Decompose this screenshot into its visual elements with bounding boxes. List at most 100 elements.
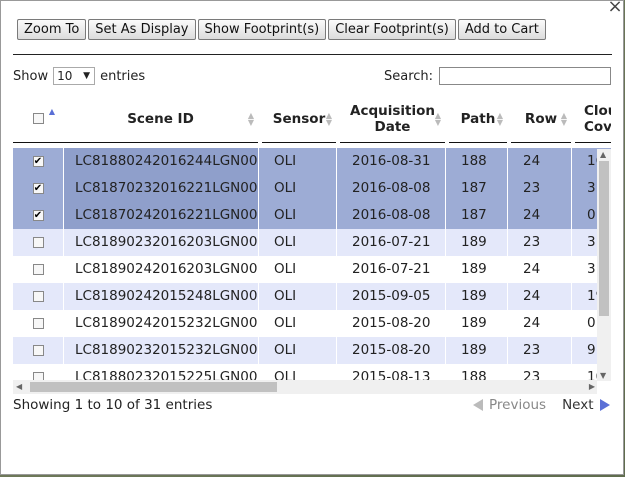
column-separator (507, 310, 508, 337)
zoom-to-button[interactable]: Zoom To (17, 19, 87, 40)
column-separator (258, 283, 259, 310)
header-path-label: Path (460, 110, 496, 127)
next-button[interactable]: Next (562, 397, 610, 413)
cell-row: 24 (523, 288, 541, 304)
row-checkbox-cell (13, 310, 63, 337)
row-checkbox[interactable] (32, 318, 44, 329)
cell-sensor: OLI (274, 261, 297, 277)
next-arrow-icon (599, 399, 610, 411)
sort-icon: ▲ ▼ (434, 111, 441, 127)
table-row[interactable]: ✔ LC81880242016244LGN00 OLI 2016-08-31 188 24… (13, 148, 611, 175)
cell-scene-id: LC81890232015232LGN00 (75, 342, 258, 358)
header-scene-id-label: Scene ID (127, 110, 194, 127)
table-row[interactable]: LC81890242015248LGN00 OLI 2015-09-05 189 24 1… (13, 283, 611, 310)
header-path[interactable]: Path ▲ ▼ (449, 95, 507, 143)
table-row[interactable]: LC81890232016203LGN00 OLI 2016-07-21 189 23 3 (13, 229, 611, 256)
column-separator (571, 175, 572, 202)
header-scene-id[interactable]: Scene ID ▲ ▼ (63, 95, 258, 143)
cell-row: 24 (523, 207, 541, 223)
cell-acquisition-date: 2016-08-08 (352, 207, 431, 223)
next-label: Next (562, 397, 594, 413)
vertical-scrollbar[interactable]: ▲ ▼ (597, 149, 611, 381)
horizontal-scrollbar[interactable]: ◀ ▶ (13, 380, 597, 394)
column-separator (445, 148, 446, 175)
header-sensor[interactable]: Sensor ▲ ▼ (262, 95, 336, 143)
table-row[interactable]: LC81890242016203LGN00 OLI 2016-07-21 189 24 3 (13, 256, 611, 283)
column-separator (445, 256, 446, 283)
column-separator (258, 148, 259, 175)
row-checkbox[interactable] (32, 291, 44, 302)
vertical-scroll-thumb[interactable] (599, 161, 609, 316)
column-separator (258, 202, 259, 229)
cell-sensor: OLI (274, 153, 297, 169)
cell-sensor: OLI (274, 342, 297, 358)
sort-asc-icon[interactable]: ▲ (49, 108, 55, 116)
table-row[interactable]: LC81890232015232LGN00 OLI 2015-08-20 189 23 9 (13, 337, 611, 364)
header-select-all[interactable]: ▲ (13, 95, 63, 143)
column-separator (336, 175, 337, 202)
row-checkbox[interactable]: ✔ (32, 156, 44, 167)
entries-select[interactable]: 10 ▼ (53, 67, 96, 85)
scroll-right-icon[interactable]: ▶ (589, 382, 595, 391)
table-info: Showing 1 to 10 of 31 entries (13, 397, 213, 413)
add-to-cart-button[interactable]: Add to Cart (457, 19, 546, 40)
cell-path: 187 (461, 207, 487, 223)
pagination: Previous Next (473, 397, 610, 413)
column-separator (336, 148, 337, 175)
column-separator (336, 337, 337, 364)
cell-scene-id: LC81870232016221LGN00 (63, 175, 258, 202)
scroll-up-icon[interactable]: ▲ (600, 150, 606, 159)
column-separator (336, 202, 337, 229)
clear-footprints-button[interactable]: Clear Footprint(s) (328, 19, 456, 40)
close-icon[interactable]: × (606, 0, 624, 16)
column-separator (63, 337, 64, 364)
row-checkbox[interactable] (32, 264, 44, 275)
cell-acquisition-date: 2016-07-21 (352, 234, 431, 250)
header-acq-line2: Date (374, 118, 411, 135)
search-control: Search: (384, 67, 612, 85)
column-separator (258, 229, 259, 256)
row-checkbox[interactable] (32, 345, 44, 356)
column-separator (571, 283, 572, 310)
scroll-down-icon[interactable]: ▼ (600, 371, 606, 380)
cell-path: 187 (461, 180, 487, 196)
row-checkbox-cell (13, 337, 63, 364)
column-separator (507, 229, 508, 256)
column-separator (258, 337, 259, 364)
select-all-checkbox[interactable] (32, 113, 44, 124)
set-as-display-button[interactable]: Set As Display (88, 19, 196, 40)
scroll-left-icon[interactable]: ◀ (16, 382, 22, 391)
header-acquisition-date[interactable]: Acquisition Date ▲ ▼ (340, 95, 445, 143)
column-separator (336, 256, 337, 283)
column-separator (507, 148, 508, 175)
search-input[interactable] (439, 67, 612, 85)
horizontal-scroll-thumb[interactable] (30, 382, 277, 392)
column-separator (507, 256, 508, 283)
cell-row: 23 (523, 180, 541, 196)
column-separator (445, 229, 446, 256)
cell-scene-id: LC81890242015248LGN00 (75, 288, 258, 304)
column-separator (63, 202, 64, 229)
header-cloud-cover[interactable]: Cloud Cover (575, 95, 611, 143)
show-footprints-button[interactable]: Show Footprint(s) (197, 19, 327, 40)
cell-path: 188 (461, 153, 487, 169)
previous-button[interactable]: Previous (473, 397, 546, 413)
column-separator (571, 310, 572, 337)
cell-sensor: OLI (274, 315, 297, 331)
table-row[interactable]: ✔ LC81870232016221LGN00 OLI 2016-08-08 187 23… (13, 175, 611, 202)
row-checkbox-cell: ✔ (13, 175, 63, 202)
table-body: ✔ LC81880242016244LGN00 OLI 2016-08-31 188 24… (13, 148, 611, 382)
header-row[interactable]: Row ▲ ▼ (511, 95, 571, 143)
column-separator (571, 229, 572, 256)
table-row[interactable]: ✔ LC81870242016221LGN00 OLI 2016-08-08 187 24… (13, 202, 611, 229)
entries-select-value: 10 (57, 69, 73, 83)
header-row-label: Row (524, 110, 558, 127)
row-checkbox[interactable] (32, 237, 44, 248)
row-checkbox-cell: ✔ (13, 148, 63, 175)
row-checkbox[interactable]: ✔ (32, 210, 44, 221)
column-separator (63, 175, 64, 202)
row-checkbox[interactable]: ✔ (32, 183, 44, 194)
cell-scene-id: LC81870242016221LGN00 (63, 202, 258, 229)
cell-path: 189 (461, 234, 487, 250)
table-row[interactable]: LC81890242015232LGN00 OLI 2015-08-20 189 24 0 (13, 310, 611, 337)
